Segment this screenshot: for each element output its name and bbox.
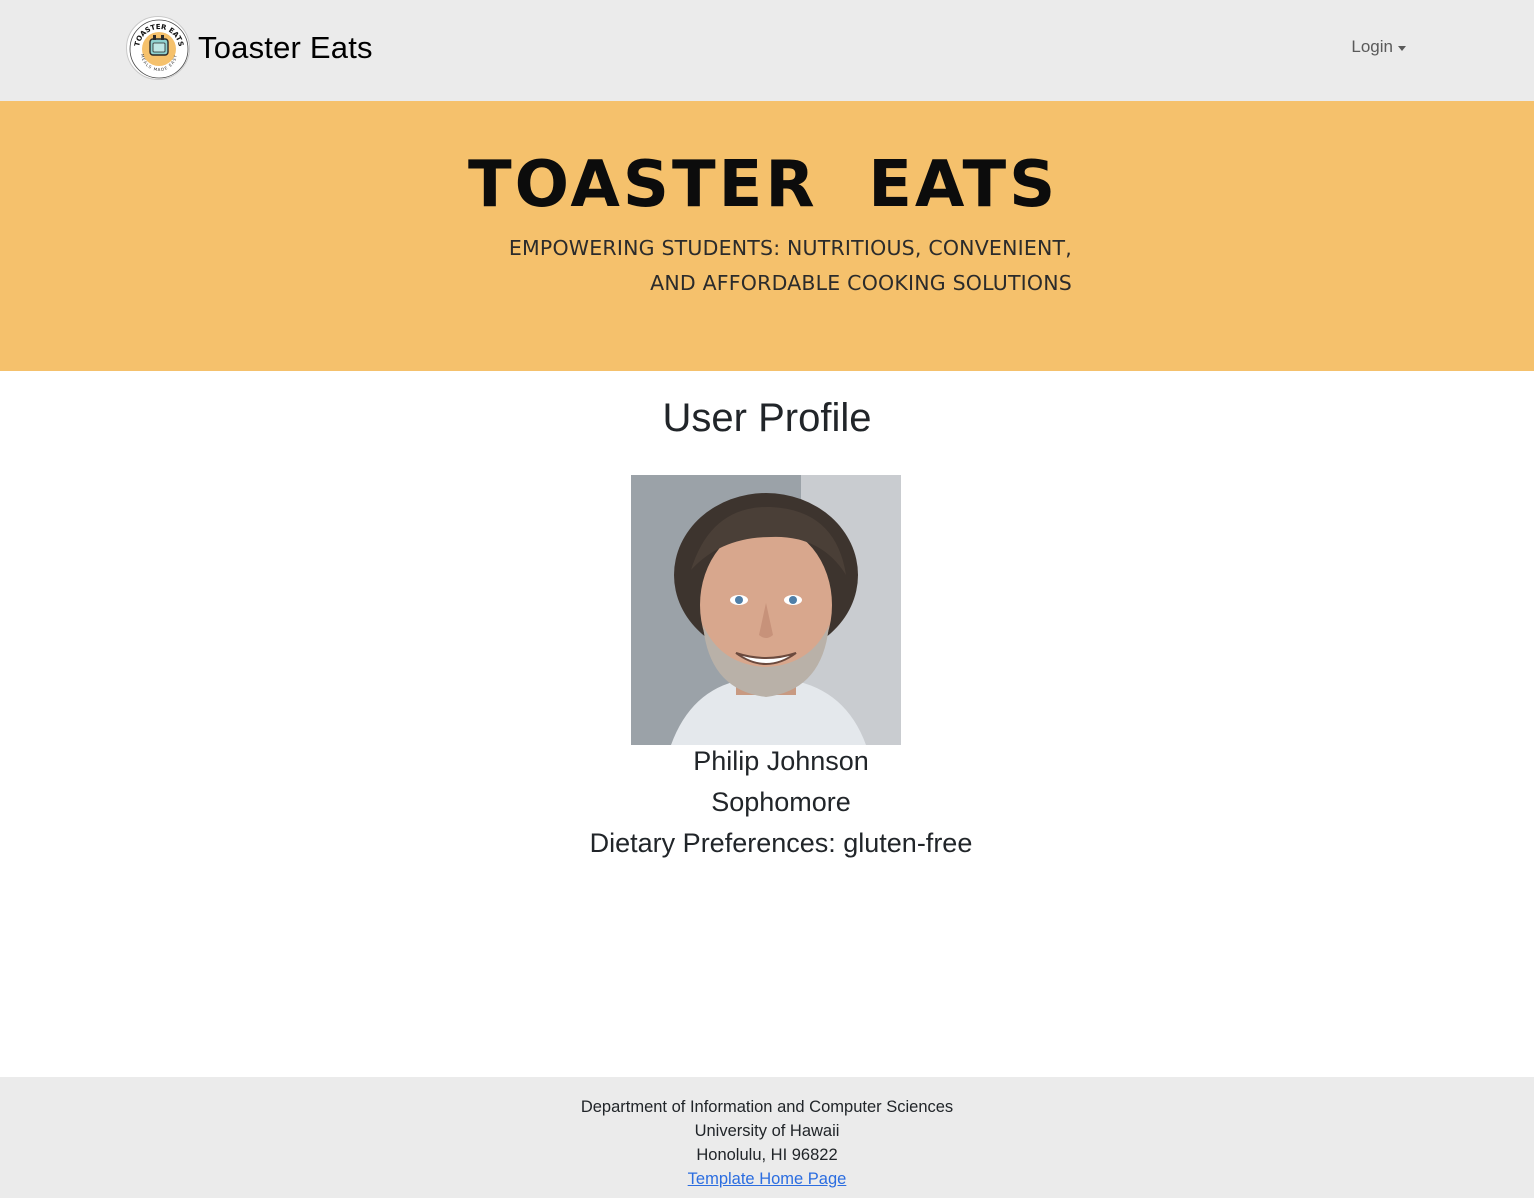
banner-title: TOASTER EATS (468, 148, 1059, 222)
banner-subtitle: EMPOWERING STUDENTS: NUTRITIOUS, CONVENI… (472, 231, 1072, 301)
page-title: User Profile (662, 396, 872, 440)
login-label: Login (1351, 37, 1393, 56)
toaster-logo-icon: TOASTER EATS MEALS MADE EASY (126, 16, 190, 80)
navbar: TOASTER EATS MEALS MADE EASY Toaster Eat… (0, 0, 1534, 101)
footer-university: University of Hawaii (694, 1122, 840, 1140)
hero-banner: TOASTER EATS EMPOWERING STUDENTS: NUTRIT… (0, 101, 1534, 371)
brand-link[interactable]: TOASTER EATS MEALS MADE EASY Toaster Eat… (126, 16, 373, 80)
template-home-link[interactable]: Template Home Page (688, 1170, 847, 1188)
footer: Department of Information and Computer S… (0, 1077, 1534, 1198)
caret-down-icon (1398, 45, 1406, 51)
profile-name: Philip Johnson (693, 746, 869, 776)
footer-department: Department of Information and Computer S… (580, 1098, 954, 1116)
footer-address: Honolulu, HI 96822 (696, 1146, 838, 1164)
banner-subtitle-line-2: AND AFFORDABLE COOKING SOLUTIONS (650, 271, 1072, 295)
profile-dietary-preferences: Dietary Preferences: gluten-free (589, 828, 973, 858)
profile-year: Sophomore (711, 787, 851, 817)
banner-subtitle-line-1: EMPOWERING STUDENTS: NUTRITIOUS, CONVENI… (508, 236, 1072, 260)
profile-photo (631, 475, 901, 745)
brand-name: Toaster Eats (198, 30, 373, 65)
login-dropdown[interactable]: Login (1351, 37, 1406, 57)
